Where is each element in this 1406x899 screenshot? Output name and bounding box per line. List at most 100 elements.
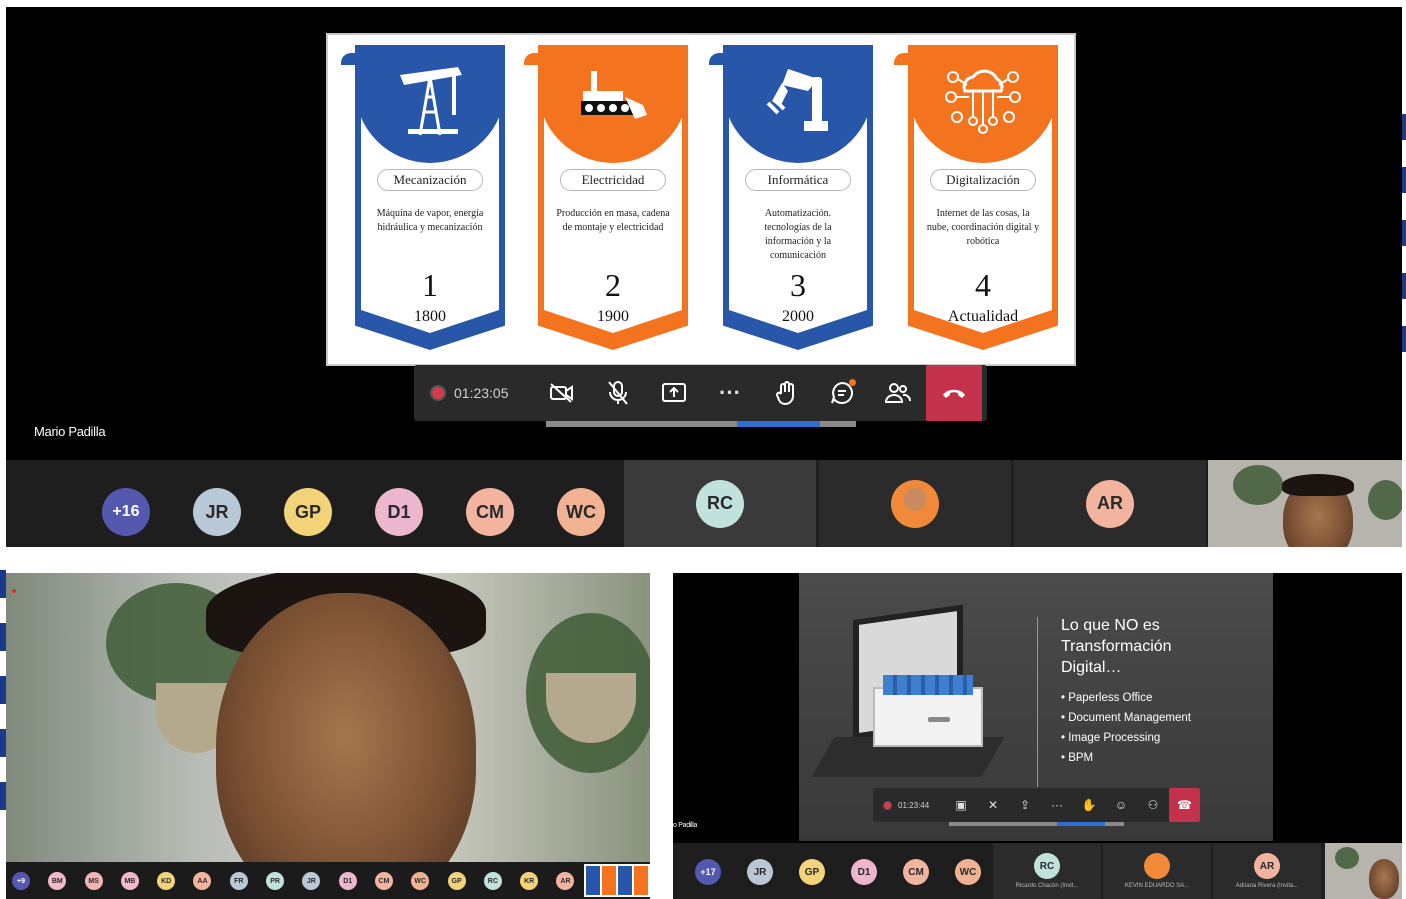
- participant-avatar[interactable]: GP: [284, 488, 332, 536]
- controls-progress-fill: [737, 421, 820, 427]
- meeting-timer: 01:23:05: [454, 385, 509, 401]
- participant-avatar[interactable]: D1: [851, 859, 877, 885]
- oil-pump-icon: [390, 57, 470, 137]
- participant-avatar[interactable]: WC: [955, 859, 981, 885]
- hang-up-button[interactable]: [926, 365, 982, 421]
- participant-avatar[interactable]: AR: [556, 872, 575, 890]
- participant-avatar[interactable]: GP: [799, 859, 825, 885]
- participant-avatar[interactable]: WC: [557, 488, 605, 536]
- participant-tile[interactable]: [819, 460, 1011, 547]
- more-options-button[interactable]: ···: [702, 365, 758, 421]
- hang-up-button[interactable]: ☎: [1169, 788, 1200, 822]
- phone-hangup-icon: [943, 389, 965, 398]
- slide-bullets: • Paperless Office • Document Management •…: [1061, 688, 1191, 768]
- participant-tile[interactable]: AR: [1014, 460, 1206, 547]
- participant-avatar[interactable]: D1: [375, 488, 423, 536]
- recording-indicator: 01:23:44: [873, 800, 945, 810]
- participant-avatars: +9 BM MS MB KD AA FR PR JR D1 CM WC GP RC KR AR: [12, 872, 593, 890]
- share-screen-button[interactable]: ⇪: [1009, 788, 1041, 822]
- participant-avatar[interactable]: JR: [747, 859, 773, 885]
- raise-hand-button[interactable]: [758, 365, 814, 421]
- participant-avatar[interactable]: PR: [266, 872, 285, 890]
- meeting-timer: 01:23:44: [898, 800, 930, 810]
- chat-button[interactable]: [814, 365, 870, 421]
- participant-avatar[interactable]: RC: [1034, 853, 1060, 879]
- card-description: Internet de las cosas, la nube, coordina…: [926, 208, 1040, 247]
- card-title: Digitalización: [930, 169, 1036, 191]
- participant-avatar[interactable]: RC: [483, 872, 502, 890]
- people-icon: [884, 383, 912, 403]
- participant-avatar[interactable]: MB: [120, 872, 139, 890]
- mini-slide-thumbnail[interactable]: [584, 864, 650, 897]
- share-screen-button[interactable]: [646, 365, 702, 421]
- mute-button[interactable]: ✕: [977, 788, 1009, 822]
- participant-name: KEVIN EDUARDO SA...: [1124, 883, 1190, 889]
- participant-avatar[interactable]: JR: [302, 872, 321, 890]
- participant-avatar[interactable]: CM: [466, 488, 514, 536]
- more-participants-button[interactable]: +17: [695, 859, 721, 885]
- participant-avatar[interactable]: AR: [1254, 853, 1280, 879]
- slide-bullet-item: • Image Processing: [1061, 732, 1161, 744]
- participant-avatar[interactable]: JR: [193, 488, 241, 536]
- card-description: Automatización. tecnologías de la inform…: [764, 208, 832, 261]
- meeting-window-top: Mecanización Máquina de vapor, energía hi…: [6, 7, 1402, 547]
- more-participants-button[interactable]: +16: [102, 488, 150, 536]
- card-year: Actualidad: [947, 308, 1019, 325]
- more-participants-button[interactable]: +9: [12, 872, 30, 890]
- participant-avatar[interactable]: CM: [903, 859, 929, 885]
- chat-button[interactable]: ☺: [1105, 788, 1137, 822]
- laptop-drawer-illustration: [811, 597, 1013, 797]
- card-title: Informática: [745, 169, 851, 191]
- participant-avatar[interactable]: WC: [411, 872, 430, 890]
- card-number: 2: [605, 267, 621, 303]
- meeting-window-video: +9 BM MS MB KD AA FR PR JR D1 CM WC GP RC KR AR: [6, 573, 650, 899]
- participant-avatar[interactable]: GP: [447, 872, 466, 890]
- participant-avatar[interactable]: D1: [338, 872, 357, 890]
- participant-tile[interactable]: RC: [624, 460, 816, 547]
- card-description: Máquina de vapor, energía hidráulica y m…: [376, 208, 484, 233]
- participant-avatar[interactable]: KD: [157, 872, 176, 890]
- participant-avatar[interactable]: AA: [193, 872, 212, 890]
- participant-tile[interactable]: RC Ricardo Chacón (Invit...: [993, 843, 1101, 899]
- participant-avatar[interactable]: FR: [229, 872, 248, 890]
- raise-hand-button[interactable]: ✋: [1073, 788, 1105, 822]
- participant-avatar[interactable]: CM: [374, 872, 393, 890]
- camera-off-button[interactable]: ▣: [945, 788, 977, 822]
- mute-button[interactable]: [590, 365, 646, 421]
- mic-off-icon: [608, 381, 628, 405]
- person-face: [216, 593, 476, 899]
- participants-button[interactable]: ⚇: [1137, 788, 1169, 822]
- plant-image: [1335, 847, 1359, 869]
- assembly-line-icon: [573, 57, 653, 137]
- presenter-name: Mario Padilla: [34, 424, 106, 439]
- slide-bullet-item: • Document Management: [1061, 712, 1191, 724]
- card-title: Mecanización: [377, 169, 483, 191]
- slide-bullet-item: • Paperless Office: [1061, 692, 1153, 704]
- hand-icon: [776, 381, 794, 406]
- camera-off-button[interactable]: [534, 365, 590, 421]
- participant-avatar[interactable]: [1144, 853, 1170, 879]
- more-options-button[interactable]: ···: [1041, 788, 1073, 822]
- participants-button[interactable]: [870, 365, 926, 421]
- self-video[interactable]: [1208, 460, 1402, 547]
- participant-tile[interactable]: KEVIN EDUARDO SA...: [1103, 843, 1211, 899]
- industry-card-4: Digitalización Internet de las cosas, la …: [894, 45, 1058, 350]
- participant-avatar[interactable]: AR: [1086, 479, 1134, 528]
- card-number: 3: [790, 267, 806, 303]
- participant-photo[interactable]: [891, 479, 939, 528]
- chat-notification-dot: [849, 379, 856, 386]
- self-video[interactable]: [1325, 843, 1402, 899]
- card-number: 4: [975, 267, 991, 303]
- participant-avatar[interactable]: MS: [84, 872, 103, 890]
- record-dot-icon: [883, 800, 892, 810]
- participant-avatar[interactable]: RC: [696, 479, 744, 528]
- controls-progress-fill: [1057, 822, 1105, 826]
- slide-divider: [1037, 617, 1038, 787]
- share-icon: [662, 383, 686, 402]
- participant-avatar[interactable]: BM: [48, 872, 67, 890]
- person-hair: [1282, 474, 1354, 496]
- participant-avatar[interactable]: KR: [520, 872, 539, 890]
- card-year: 1800: [414, 308, 446, 325]
- recording-indicator: 01:23:05: [414, 385, 534, 401]
- participant-tile[interactable]: AR Adriana Rivera (Invita...: [1213, 843, 1321, 899]
